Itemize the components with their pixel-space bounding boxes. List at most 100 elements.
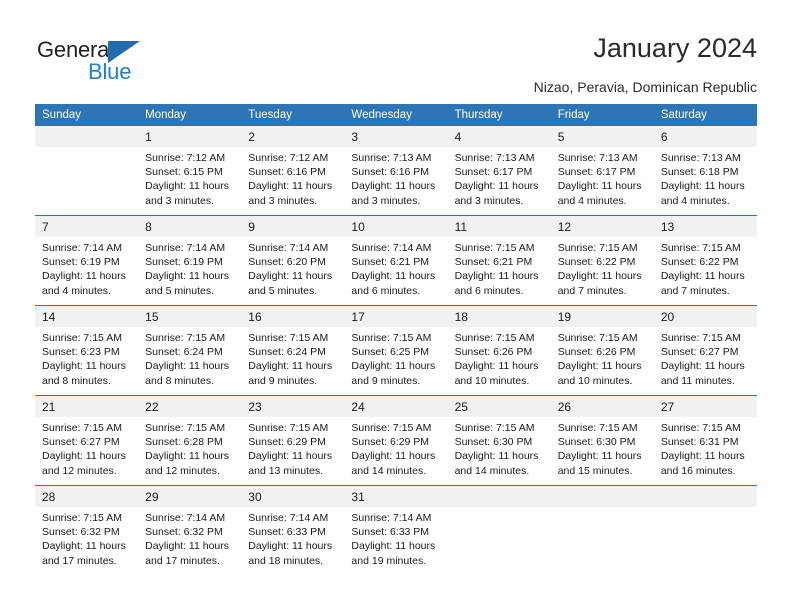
logo-text-blue: Blue <box>88 59 132 84</box>
sunrise-time: Sunrise: 7:15 AM <box>660 332 741 344</box>
calendar-day-cell[interactable]: 12 Sunrise: 7:15 AM Sunset: 6:22 PM Dayligh… <box>550 216 654 305</box>
day-details: Sunrise: 7:15 AM Sunset: 6:22 PM Daylight:… <box>551 237 654 298</box>
calendar-day-cell[interactable]: 27 Sunrise: 7:15 AM Sunset: 6:31 PM Dayligh… <box>653 396 757 485</box>
sunset-time: Sunset: 6:24 PM <box>145 346 223 359</box>
daylight-duration-line1: Daylight: 11 hours <box>557 270 642 283</box>
day-number: 2 <box>241 126 345 147</box>
daylight-duration-line2: and 17 minutes. <box>42 554 117 567</box>
calendar-day-cell[interactable]: 25 Sunrise: 7:15 AM Sunset: 6:30 PM Dayligh… <box>447 396 551 485</box>
calendar-day-cell[interactable]: 6 Sunrise: 7:13 AM Sunset: 6:18 PM Daylight… <box>653 126 757 215</box>
day-cell-inner: 27 Sunrise: 7:15 AM Sunset: 6:31 PM Dayligh… <box>653 396 757 478</box>
daylight-duration-line1: Daylight: 11 hours <box>454 450 539 463</box>
day-cell-inner: 13 Sunrise: 7:15 AM Sunset: 6:22 PM Dayligh… <box>653 216 757 298</box>
daylight-duration-line1: Daylight: 11 hours <box>42 450 126 463</box>
daylight-duration-line2: and 9 minutes. <box>351 374 421 387</box>
calendar-day-cell[interactable]: 22 Sunrise: 7:15 AM Sunset: 6:28 PM Dayligh… <box>138 396 242 485</box>
calendar-day-cell[interactable]: 29 Sunrise: 7:14 AM Sunset: 6:32 PM Dayligh… <box>138 486 242 575</box>
day-cell-inner: 11 Sunrise: 7:15 AM Sunset: 6:21 PM Dayligh… <box>447 216 551 298</box>
calendar-day-cell[interactable]: 3 Sunrise: 7:13 AM Sunset: 6:16 PM Daylight… <box>344 126 448 215</box>
day-details: Sunrise: 7:15 AM Sunset: 6:30 PM Daylight:… <box>551 417 654 478</box>
calendar-day-cell[interactable]: 24 Sunrise: 7:15 AM Sunset: 6:29 PM Dayligh… <box>344 396 448 485</box>
day-number: 31 <box>344 486 448 507</box>
calendar-day-cell[interactable]: 31 Sunrise: 7:14 AM Sunset: 6:33 PM Dayligh… <box>344 486 448 575</box>
calendar-day-cell[interactable]: 18 Sunrise: 7:15 AM Sunset: 6:26 PM Dayligh… <box>447 306 551 395</box>
day-details: Sunrise: 7:15 AM Sunset: 6:32 PM Daylight:… <box>35 507 138 568</box>
daylight-duration-line2: and 5 minutes. <box>248 284 318 297</box>
day-details: Sunrise: 7:14 AM Sunset: 6:20 PM Daylight:… <box>241 237 344 298</box>
calendar-day-cell[interactable]: 11 Sunrise: 7:15 AM Sunset: 6:21 PM Dayligh… <box>447 216 551 305</box>
calendar-day-cell[interactable]: 8 Sunrise: 7:14 AM Sunset: 6:19 PM Daylight… <box>138 216 242 305</box>
daylight-duration-line2: and 8 minutes. <box>42 374 111 387</box>
day-cell-inner <box>447 486 551 511</box>
calendar-table: Sunday Monday Tuesday Wednesday Thursday… <box>35 104 757 575</box>
calendar-day-cell[interactable]: 15 Sunrise: 7:15 AM Sunset: 6:24 PM Dayligh… <box>138 306 242 395</box>
daylight-duration-line1: Daylight: 11 hours <box>248 360 333 373</box>
day-details: Sunrise: 7:15 AM Sunset: 6:21 PM Daylight:… <box>448 237 551 298</box>
day-cell-inner: 2 Sunrise: 7:12 AM Sunset: 6:16 PM Daylight… <box>241 126 345 208</box>
sunset-time: Sunset: 6:16 PM <box>248 166 326 179</box>
day-number: 15 <box>138 306 242 327</box>
calendar-day-cell[interactable]: 2 Sunrise: 7:12 AM Sunset: 6:16 PM Daylight… <box>241 126 345 215</box>
calendar-day-cell[interactable]: 23 Sunrise: 7:15 AM Sunset: 6:29 PM Dayligh… <box>241 396 345 485</box>
calendar-day-cell[interactable]: 4 Sunrise: 7:13 AM Sunset: 6:17 PM Daylight… <box>447 126 551 215</box>
day-number: 3 <box>344 126 448 147</box>
calendar-day-cell[interactable]: 28 Sunrise: 7:15 AM Sunset: 6:32 PM Dayligh… <box>35 486 139 575</box>
daylight-duration-line2: and 4 minutes. <box>42 284 111 297</box>
weekday-header-monday: Monday <box>138 104 242 126</box>
calendar-day-cell[interactable]: 14 Sunrise: 7:15 AM Sunset: 6:23 PM Dayligh… <box>35 306 139 395</box>
day-cell-inner: 28 Sunrise: 7:15 AM Sunset: 6:32 PM Dayligh… <box>35 486 139 568</box>
calendar-day-cell[interactable]: 16 Sunrise: 7:15 AM Sunset: 6:24 PM Dayligh… <box>241 306 345 395</box>
day-details: Sunrise: 7:14 AM Sunset: 6:19 PM Daylight:… <box>138 237 241 298</box>
day-details: Sunrise: 7:15 AM Sunset: 6:24 PM Daylight:… <box>138 327 241 388</box>
day-number: 13 <box>653 216 757 237</box>
daylight-duration-line1: Daylight: 11 hours <box>351 360 436 373</box>
day-number: 10 <box>344 216 448 237</box>
calendar-day-cell[interactable]: 19 Sunrise: 7:15 AM Sunset: 6:26 PM Dayligh… <box>550 306 654 395</box>
day-details: Sunrise: 7:13 AM Sunset: 6:18 PM Daylight:… <box>654 147 757 208</box>
daylight-duration-line2: and 7 minutes. <box>557 284 627 297</box>
calendar-day-cell[interactable]: 13 Sunrise: 7:15 AM Sunset: 6:22 PM Dayligh… <box>653 216 757 305</box>
calendar-day-cell[interactable]: 1 Sunrise: 7:12 AM Sunset: 6:15 PM Daylight… <box>138 126 242 215</box>
calendar-day-cell[interactable]: 30 Sunrise: 7:14 AM Sunset: 6:33 PM Dayligh… <box>241 486 345 575</box>
calendar-day-cell[interactable]: 10 Sunrise: 7:14 AM Sunset: 6:21 PM Dayligh… <box>344 216 448 305</box>
day-cell-inner: 20 Sunrise: 7:15 AM Sunset: 6:27 PM Dayligh… <box>653 306 757 388</box>
sunrise-time: Sunrise: 7:15 AM <box>145 332 226 344</box>
daylight-duration-line2: and 9 minutes. <box>248 374 318 387</box>
day-details: Sunrise: 7:13 AM Sunset: 6:16 PM Daylight:… <box>344 147 447 208</box>
day-details: Sunrise: 7:13 AM Sunset: 6:17 PM Daylight:… <box>448 147 551 208</box>
calendar-day-cell[interactable]: 20 Sunrise: 7:15 AM Sunset: 6:27 PM Dayligh… <box>653 306 757 395</box>
calendar-day-cell[interactable]: 21 Sunrise: 7:15 AM Sunset: 6:27 PM Dayligh… <box>35 396 139 485</box>
calendar-day-cell[interactable]: 5 Sunrise: 7:13 AM Sunset: 6:17 PM Daylight… <box>550 126 654 215</box>
sunset-time: Sunset: 6:19 PM <box>42 256 120 269</box>
calendar-day-cell[interactable]: 26 Sunrise: 7:15 AM Sunset: 6:30 PM Dayligh… <box>550 396 654 485</box>
day-details: Sunrise: 7:14 AM Sunset: 6:33 PM Daylight:… <box>241 507 344 568</box>
day-number <box>550 486 654 507</box>
day-details: Sunrise: 7:15 AM Sunset: 6:29 PM Daylight:… <box>344 417 447 478</box>
sunset-time: Sunset: 6:29 PM <box>351 436 430 449</box>
daylight-duration-line2: and 6 minutes. <box>351 284 421 297</box>
calendar-day-cell[interactable]: 7 Sunrise: 7:14 AM Sunset: 6:19 PM Daylight… <box>35 216 139 305</box>
day-number: 30 <box>241 486 345 507</box>
day-number: 28 <box>35 486 139 507</box>
sunrise-time: Sunrise: 7:15 AM <box>248 422 329 434</box>
calendar-day-cell[interactable]: 9 Sunrise: 7:14 AM Sunset: 6:20 PM Daylight… <box>241 216 345 305</box>
sunrise-time: Sunrise: 7:14 AM <box>42 242 122 254</box>
day-number: 25 <box>447 396 551 417</box>
calendar-week-row: 28 Sunrise: 7:15 AM Sunset: 6:32 PM Dayligh… <box>35 486 757 575</box>
calendar-empty-cell <box>447 486 551 575</box>
day-number <box>653 486 757 507</box>
daylight-duration-line1: Daylight: 11 hours <box>248 180 333 193</box>
daylight-duration-line1: Daylight: 11 hours <box>248 270 333 283</box>
day-number: 8 <box>138 216 242 237</box>
day-cell-inner <box>35 126 139 151</box>
day-number: 16 <box>241 306 345 327</box>
day-cell-inner <box>653 486 757 511</box>
daylight-duration-line2: and 3 minutes. <box>248 194 318 207</box>
calendar-day-cell[interactable]: 17 Sunrise: 7:15 AM Sunset: 6:25 PM Dayligh… <box>344 306 448 395</box>
day-cell-inner: 21 Sunrise: 7:15 AM Sunset: 6:27 PM Dayligh… <box>35 396 139 478</box>
sunrise-time: Sunrise: 7:15 AM <box>660 242 741 254</box>
day-details: Sunrise: 7:15 AM Sunset: 6:26 PM Daylight:… <box>448 327 551 388</box>
sunset-time: Sunset: 6:32 PM <box>42 526 120 539</box>
day-number: 5 <box>550 126 654 147</box>
sunset-time: Sunset: 6:31 PM <box>660 436 739 449</box>
